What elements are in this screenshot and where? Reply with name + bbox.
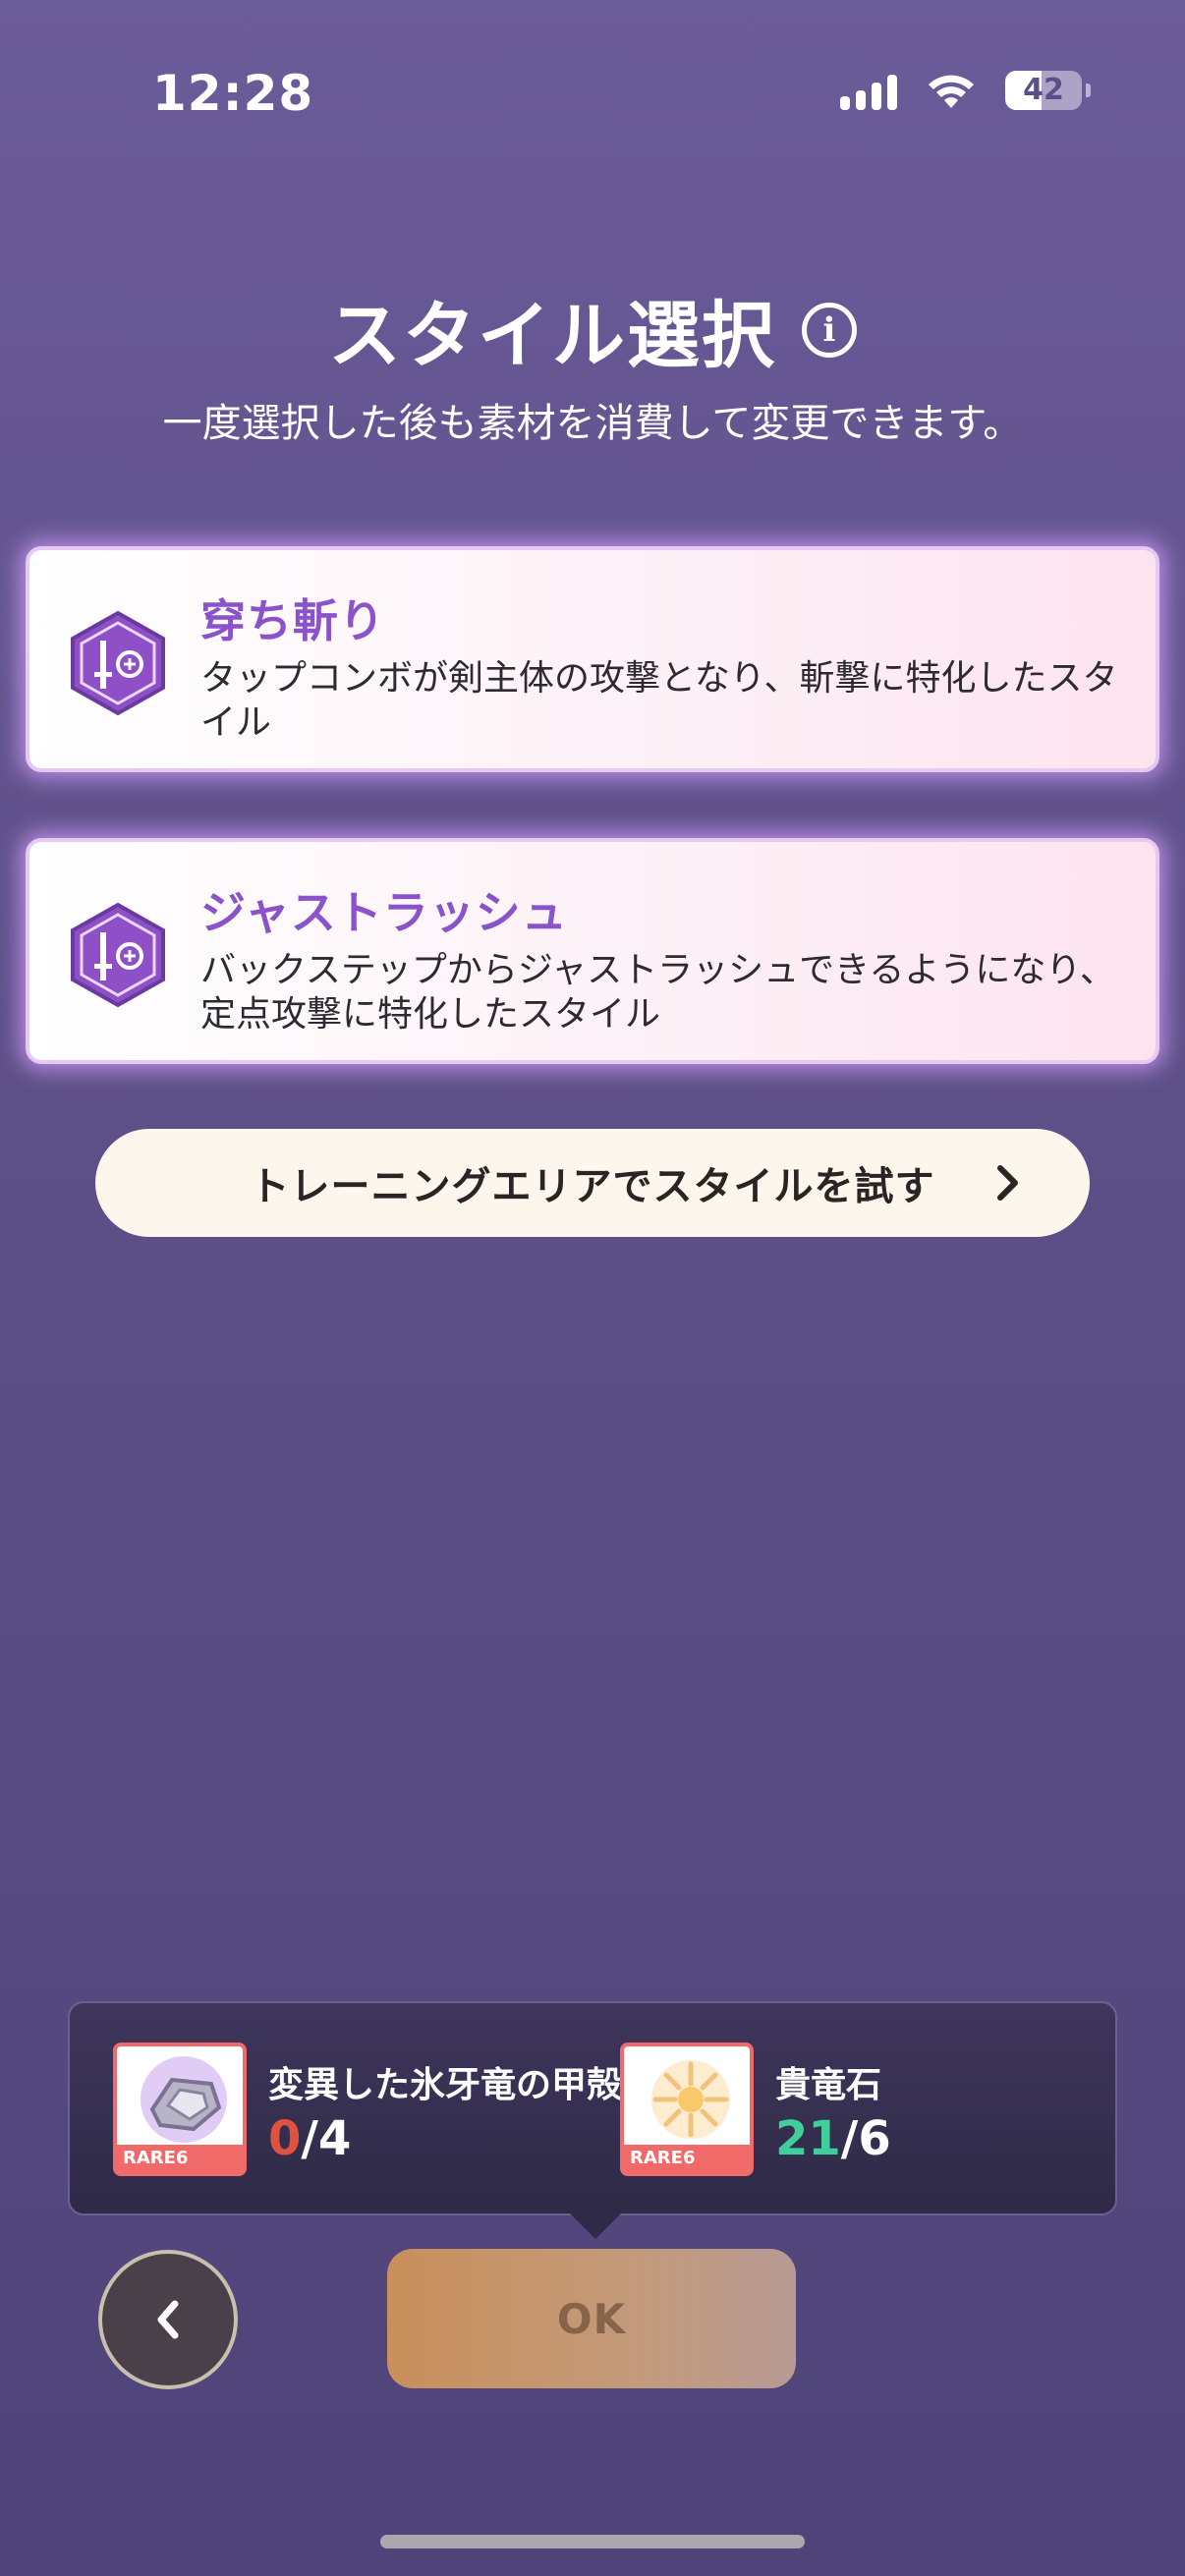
page-subtitle: 一度選択した後も素材を消費して変更できます。 [162,401,1023,446]
style-description: バックステップからジャストラッシュできるようになり、定点攻撃に特化したスタイル [200,950,1115,1035]
rarity-label: RARE6 [117,2145,243,2172]
dragon-stone-icon [651,2060,730,2139]
material-item[interactable]: RARE6 変異した氷牙竜の甲殻 0/4 [113,2043,622,2176]
material-thumbnail: RARE6 [113,2043,247,2176]
style-name: ジャストラッシュ [200,886,568,939]
panel-pointer [570,2213,621,2239]
required-count: /4 [301,2111,352,2166]
home-indicator[interactable] [380,2535,805,2548]
wifi-icon [929,75,974,108]
back-button[interactable] [98,2250,238,2389]
style-name: 穿ち斬り [200,594,385,647]
owned-count: 0 [268,2111,302,2166]
cellular-signal-icon [840,71,897,110]
material-count: 21/6 [775,2111,891,2166]
ok-button-label: OK [556,2294,627,2343]
required-count: /6 [840,2111,891,2166]
chevron-left-icon [157,2300,179,2339]
style-card-just-rush[interactable]: ジャストラッシュ バックステップからジャストラッシュできるようになり、定点攻撃に… [26,838,1159,1064]
battery-icon: 42 [1005,71,1091,110]
training-button-label: トレーニングエリアでスタイルを試す [250,1164,935,1209]
rarity-label: RARE6 [624,2145,750,2172]
owned-count: 21 [775,2111,841,2166]
info-icon[interactable]: i [802,302,857,358]
required-materials-panel: RARE6 変異した氷牙竜の甲殻 0/4 RARE6 貴竜石 21/6 [68,2001,1117,2239]
header: スタイル選択 i [0,277,1185,382]
battery-level: 42 [1023,73,1064,107]
style-description: タップコンボが剣主体の攻撃となり、斬撃に特化したスタイル [200,658,1118,743]
material-count: 0/4 [268,2111,622,2166]
chevron-right-icon [997,1165,1018,1201]
sword-shield-hexagon-icon [71,902,165,1008]
dragon-shell-icon [141,2056,227,2143]
material-name: 変異した氷牙竜の甲殻 [268,2065,623,2105]
style-card-ugachi-giri[interactable]: 穿ち斬り タップコンボが剣主体の攻撃となり、斬撃に特化したスタイル [26,546,1159,772]
status-time: 12:28 [152,65,314,122]
material-name: 貴竜石 [775,2065,882,2105]
ok-button[interactable]: OK [387,2249,796,2388]
sword-shield-hexagon-icon [71,610,165,716]
material-thumbnail: RARE6 [620,2043,754,2176]
page-title: スタイル選択 [328,294,776,378]
material-item[interactable]: RARE6 貴竜石 21/6 [620,2043,891,2176]
status-icons: 42 [840,71,1091,110]
try-style-in-training-button[interactable]: トレーニングエリアでスタイルを試す [95,1129,1090,1237]
